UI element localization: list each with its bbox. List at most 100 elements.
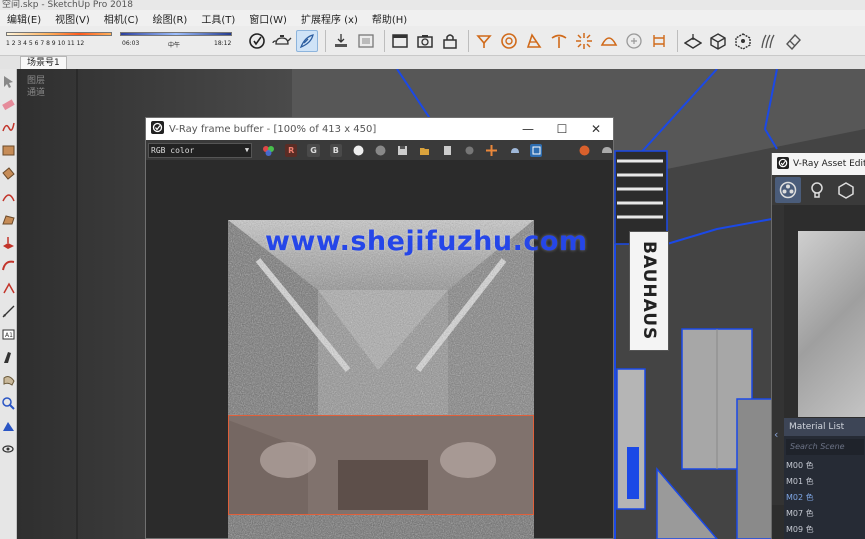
render-teapot-icon[interactable]: [508, 144, 520, 157]
month-scale: 1 2 3 4 5 6 7 8 9 10 11 12: [6, 40, 85, 47]
close-button[interactable]: ✕: [579, 118, 613, 140]
scene-tab[interactable]: 场景号1: [20, 56, 67, 69]
menu-camera[interactable]: 相机(C): [97, 11, 146, 26]
red-channel-button[interactable]: R: [285, 143, 298, 157]
rectangle-icon[interactable]: [1, 143, 16, 158]
lock-icon[interactable]: [439, 30, 461, 52]
menu-window[interactable]: 窗口(W): [242, 11, 294, 26]
dome-light-icon[interactable]: [598, 30, 620, 52]
vfb-history-icon[interactable]: [530, 143, 543, 157]
material-preview: [798, 231, 865, 417]
orbit-icon[interactable]: [1, 373, 16, 388]
menu-extensions[interactable]: 扩展程序 (x): [294, 11, 365, 26]
track-mouse-icon[interactable]: [463, 144, 475, 157]
app-title-bar: 空间.skp - SketchUp Pro 2018: [0, 0, 865, 10]
lights-category-icon[interactable]: [804, 177, 830, 203]
push-pull-icon[interactable]: [1, 235, 16, 250]
frame-buffer-toolbar: RGB color ▼ R G B: [146, 140, 613, 160]
vray-logo-icon: [151, 121, 164, 137]
proxy-icon[interactable]: [732, 30, 754, 52]
select-icon[interactable]: [1, 74, 16, 89]
polygon-icon[interactable]: [1, 212, 16, 227]
material-item[interactable]: M09 色: [784, 522, 865, 538]
spot-light-icon[interactable]: [473, 30, 495, 52]
minimize-button[interactable]: —: [511, 118, 545, 140]
arc-icon[interactable]: [1, 189, 16, 204]
fur-strands-icon[interactable]: [757, 30, 779, 52]
section-icon[interactable]: [330, 30, 352, 52]
paint-icon[interactable]: [296, 30, 318, 52]
frame-buffer-canvas[interactable]: [146, 160, 613, 539]
time-end: 18:12: [214, 40, 232, 47]
channel-select[interactable]: RGB color ▼: [148, 142, 253, 158]
sketchup-window: 空间.skp - SketchUp Pro 2018 编辑(E) 视图(V) 相…: [0, 0, 865, 539]
tape-measure-icon[interactable]: [1, 304, 16, 319]
geometry-category-icon[interactable]: [833, 177, 859, 203]
render-settings-icon[interactable]: [601, 144, 613, 157]
menu-edit[interactable]: 编辑(E): [0, 11, 48, 26]
mesh-icon[interactable]: [648, 30, 670, 52]
maximize-button[interactable]: ☐: [545, 118, 579, 140]
menu-bar: 编辑(E) 视图(V) 相机(C) 绘图(R) 工具(T) 窗口(W) 扩展程序…: [0, 10, 865, 26]
camera-icon[interactable]: [414, 30, 436, 52]
teapot-icon[interactable]: [271, 30, 293, 52]
white-alpha-icon[interactable]: [352, 144, 364, 157]
follow-me-icon[interactable]: [1, 258, 16, 273]
plane-icon[interactable]: [682, 30, 704, 52]
material-item[interactable]: M01 色: [784, 474, 865, 490]
zoom-icon[interactable]: [1, 396, 16, 411]
vray-asset-editor-window: V-Ray Asset Edit ‹ Material List Search …: [771, 153, 865, 539]
material-search-input[interactable]: Search Scene: [786, 439, 864, 455]
menu-view[interactable]: 视图(V): [48, 11, 97, 26]
menu-draw[interactable]: 绘图(R): [146, 11, 195, 26]
large-tool-set: A1: [0, 69, 17, 539]
menu-help[interactable]: 帮助(H): [365, 11, 414, 26]
frame-buffer-title: V-Ray frame buffer - [100% of 413 x 450]: [169, 123, 377, 135]
blue-channel-button[interactable]: B: [329, 143, 342, 157]
render-image: [228, 220, 534, 539]
bauhaus-sign: BAUHAUS: [629, 231, 669, 351]
toolbar-separator: [384, 30, 385, 52]
eraser-icon[interactable]: [782, 30, 804, 52]
svg-text:A1: A1: [5, 332, 13, 339]
look-around-icon[interactable]: [1, 442, 16, 457]
fur-icon[interactable]: [623, 30, 645, 52]
time-slider[interactable]: [120, 32, 232, 36]
menu-tools[interactable]: 工具(T): [194, 11, 242, 26]
green-channel-button[interactable]: G: [307, 143, 320, 157]
region-render-icon[interactable]: [486, 144, 498, 157]
paint-bucket-icon[interactable]: [1, 350, 16, 365]
save-image-icon[interactable]: [397, 144, 409, 157]
material-item[interactable]: M00 色: [784, 458, 865, 474]
freehand-icon[interactable]: [1, 120, 16, 135]
text-icon[interactable]: A1: [1, 327, 16, 342]
display-icon[interactable]: [355, 30, 377, 52]
mono-icon[interactable]: [374, 144, 386, 157]
load-image-icon[interactable]: [419, 144, 431, 157]
shadow-settings: 1 2 3 4 5 6 7 8 9 10 11 12 06:03 中午 18:1…: [4, 30, 246, 52]
frame-buffer-title-bar[interactable]: V-Ray frame buffer - [100% of 413 x 450]…: [146, 118, 613, 140]
materials-category-icon[interactable]: [775, 177, 801, 203]
watermark-text: www.shejifuzhu.com: [265, 226, 588, 257]
clear-image-icon[interactable]: [441, 144, 453, 157]
rect-light-icon[interactable]: [523, 30, 545, 52]
sphere-light-icon[interactable]: [498, 30, 520, 52]
omni-light-icon[interactable]: [573, 30, 595, 52]
render-region-box[interactable]: [228, 415, 534, 515]
toolbar-group-1: [246, 28, 807, 54]
material-list-panel: Material List Search Scene M00 色 M01 色 M…: [784, 418, 865, 539]
material-item-selected[interactable]: M02 色: [784, 490, 865, 506]
color-channels-icon[interactable]: [262, 144, 275, 157]
asset-editor-title-bar[interactable]: V-Ray Asset Edit: [772, 153, 865, 175]
material-item[interactable]: M07 色: [784, 506, 865, 522]
ies-light-icon[interactable]: [548, 30, 570, 52]
box-icon[interactable]: [707, 30, 729, 52]
date-slider[interactable]: [6, 32, 112, 36]
position-camera-icon[interactable]: [1, 419, 16, 434]
offset-icon[interactable]: [1, 281, 16, 296]
eraser-tool-icon[interactable]: [1, 97, 16, 112]
rotated-rect-icon[interactable]: [1, 166, 16, 181]
window-icon[interactable]: [389, 30, 411, 52]
stop-render-icon[interactable]: [578, 144, 590, 157]
styles-icon[interactable]: [246, 30, 268, 52]
